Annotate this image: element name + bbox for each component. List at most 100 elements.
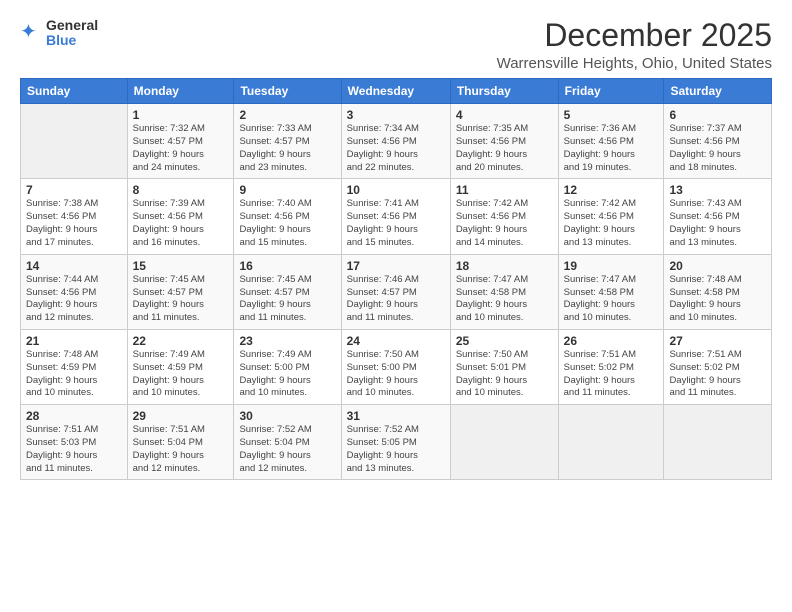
day-number: 16 (239, 259, 335, 273)
day-info: Sunrise: 7:51 AMSunset: 5:02 PMDaylight:… (669, 349, 766, 400)
day-number: 10 (347, 183, 445, 197)
day-info: Sunrise: 7:52 AMSunset: 5:04 PMDaylight:… (239, 424, 335, 475)
calendar-cell: 16Sunrise: 7:45 AMSunset: 4:57 PMDayligh… (234, 254, 341, 329)
calendar-cell: 6Sunrise: 7:37 AMSunset: 4:56 PMDaylight… (664, 104, 772, 179)
day-number: 25 (456, 334, 553, 348)
day-info: Sunrise: 7:42 AMSunset: 4:56 PMDaylight:… (456, 198, 553, 249)
day-number: 1 (133, 108, 229, 122)
calendar-cell: 19Sunrise: 7:47 AMSunset: 4:58 PMDayligh… (558, 254, 664, 329)
day-number: 2 (239, 108, 335, 122)
day-info: Sunrise: 7:45 AMSunset: 4:57 PMDaylight:… (239, 274, 335, 325)
day-info: Sunrise: 7:46 AMSunset: 4:57 PMDaylight:… (347, 274, 445, 325)
calendar-cell: 14Sunrise: 7:44 AMSunset: 4:56 PMDayligh… (21, 254, 128, 329)
calendar-week-5: 28Sunrise: 7:51 AMSunset: 5:03 PMDayligh… (21, 405, 772, 480)
day-number: 17 (347, 259, 445, 273)
day-info: Sunrise: 7:47 AMSunset: 4:58 PMDaylight:… (564, 274, 659, 325)
calendar-cell: 22Sunrise: 7:49 AMSunset: 4:59 PMDayligh… (127, 329, 234, 404)
day-number: 24 (347, 334, 445, 348)
day-number: 28 (26, 409, 122, 423)
day-number: 5 (564, 108, 659, 122)
calendar-cell: 21Sunrise: 7:48 AMSunset: 4:59 PMDayligh… (21, 329, 128, 404)
calendar-cell: 20Sunrise: 7:48 AMSunset: 4:58 PMDayligh… (664, 254, 772, 329)
day-info: Sunrise: 7:50 AMSunset: 5:00 PMDaylight:… (347, 349, 445, 400)
calendar-week-4: 21Sunrise: 7:48 AMSunset: 4:59 PMDayligh… (21, 329, 772, 404)
day-info: Sunrise: 7:45 AMSunset: 4:57 PMDaylight:… (133, 274, 229, 325)
calendar-cell: 2Sunrise: 7:33 AMSunset: 4:57 PMDaylight… (234, 104, 341, 179)
svg-text:✦: ✦ (20, 22, 37, 43)
day-number: 18 (456, 259, 553, 273)
calendar-week-1: 1Sunrise: 7:32 AMSunset: 4:57 PMDaylight… (21, 104, 772, 179)
calendar-cell: 8Sunrise: 7:39 AMSunset: 4:56 PMDaylight… (127, 179, 234, 254)
subtitle: Warrensville Heights, Ohio, United State… (497, 55, 772, 72)
day-number: 27 (669, 334, 766, 348)
day-info: Sunrise: 7:51 AMSunset: 5:03 PMDaylight:… (26, 424, 122, 475)
calendar-cell: 13Sunrise: 7:43 AMSunset: 4:56 PMDayligh… (664, 179, 772, 254)
header-tuesday: Tuesday (234, 79, 341, 104)
day-info: Sunrise: 7:33 AMSunset: 4:57 PMDaylight:… (239, 123, 335, 174)
calendar-cell (558, 405, 664, 480)
header-sunday: Sunday (21, 79, 128, 104)
calendar-cell: 11Sunrise: 7:42 AMSunset: 4:56 PMDayligh… (450, 179, 558, 254)
calendar-cell: 1Sunrise: 7:32 AMSunset: 4:57 PMDaylight… (127, 104, 234, 179)
calendar-cell (450, 405, 558, 480)
day-info: Sunrise: 7:36 AMSunset: 4:56 PMDaylight:… (564, 123, 659, 174)
calendar-cell: 31Sunrise: 7:52 AMSunset: 5:05 PMDayligh… (341, 405, 450, 480)
calendar-week-2: 7Sunrise: 7:38 AMSunset: 4:56 PMDaylight… (21, 179, 772, 254)
day-number: 4 (456, 108, 553, 122)
header-wednesday: Wednesday (341, 79, 450, 104)
calendar-cell: 3Sunrise: 7:34 AMSunset: 4:56 PMDaylight… (341, 104, 450, 179)
calendar-cell: 5Sunrise: 7:36 AMSunset: 4:56 PMDaylight… (558, 104, 664, 179)
day-info: Sunrise: 7:34 AMSunset: 4:56 PMDaylight:… (347, 123, 445, 174)
calendar-cell: 24Sunrise: 7:50 AMSunset: 5:00 PMDayligh… (341, 329, 450, 404)
calendar-week-3: 14Sunrise: 7:44 AMSunset: 4:56 PMDayligh… (21, 254, 772, 329)
header-monday: Monday (127, 79, 234, 104)
day-info: Sunrise: 7:48 AMSunset: 4:58 PMDaylight:… (669, 274, 766, 325)
day-number: 23 (239, 334, 335, 348)
calendar-cell: 9Sunrise: 7:40 AMSunset: 4:56 PMDaylight… (234, 179, 341, 254)
day-number: 31 (347, 409, 445, 423)
day-info: Sunrise: 7:49 AMSunset: 4:59 PMDaylight:… (133, 349, 229, 400)
day-number: 7 (26, 183, 122, 197)
day-info: Sunrise: 7:43 AMSunset: 4:56 PMDaylight:… (669, 198, 766, 249)
day-info: Sunrise: 7:50 AMSunset: 5:01 PMDaylight:… (456, 349, 553, 400)
day-info: Sunrise: 7:32 AMSunset: 4:57 PMDaylight:… (133, 123, 229, 174)
day-number: 19 (564, 259, 659, 273)
main-title: December 2025 (497, 18, 772, 53)
header-saturday: Saturday (664, 79, 772, 104)
day-number: 15 (133, 259, 229, 273)
day-info: Sunrise: 7:51 AMSunset: 5:04 PMDaylight:… (133, 424, 229, 475)
day-info: Sunrise: 7:48 AMSunset: 4:59 PMDaylight:… (26, 349, 122, 400)
calendar-cell: 23Sunrise: 7:49 AMSunset: 5:00 PMDayligh… (234, 329, 341, 404)
day-info: Sunrise: 7:42 AMSunset: 4:56 PMDaylight:… (564, 198, 659, 249)
day-number: 20 (669, 259, 766, 273)
day-number: 30 (239, 409, 335, 423)
calendar-cell (21, 104, 128, 179)
calendar-cell: 18Sunrise: 7:47 AMSunset: 4:58 PMDayligh… (450, 254, 558, 329)
day-info: Sunrise: 7:49 AMSunset: 5:00 PMDaylight:… (239, 349, 335, 400)
calendar-cell: 10Sunrise: 7:41 AMSunset: 4:56 PMDayligh… (341, 179, 450, 254)
day-info: Sunrise: 7:47 AMSunset: 4:58 PMDaylight:… (456, 274, 553, 325)
calendar-cell (664, 405, 772, 480)
page-header: ✦ General Blue December 2025 Warrensvill… (20, 18, 772, 72)
calendar-cell: 4Sunrise: 7:35 AMSunset: 4:56 PMDaylight… (450, 104, 558, 179)
calendar-cell: 26Sunrise: 7:51 AMSunset: 5:02 PMDayligh… (558, 329, 664, 404)
calendar-cell: 7Sunrise: 7:38 AMSunset: 4:56 PMDaylight… (21, 179, 128, 254)
day-number: 8 (133, 183, 229, 197)
logo-blue: Blue (46, 33, 98, 48)
day-info: Sunrise: 7:40 AMSunset: 4:56 PMDaylight:… (239, 198, 335, 249)
calendar-header-row: SundayMondayTuesdayWednesdayThursdayFrid… (21, 79, 772, 104)
day-info: Sunrise: 7:52 AMSunset: 5:05 PMDaylight:… (347, 424, 445, 475)
calendar-table: SundayMondayTuesdayWednesdayThursdayFrid… (20, 78, 772, 480)
calendar-cell: 12Sunrise: 7:42 AMSunset: 4:56 PMDayligh… (558, 179, 664, 254)
day-info: Sunrise: 7:35 AMSunset: 4:56 PMDaylight:… (456, 123, 553, 174)
calendar-cell: 15Sunrise: 7:45 AMSunset: 4:57 PMDayligh… (127, 254, 234, 329)
day-info: Sunrise: 7:51 AMSunset: 5:02 PMDaylight:… (564, 349, 659, 400)
title-section: December 2025 Warrensville Heights, Ohio… (497, 18, 772, 72)
day-info: Sunrise: 7:39 AMSunset: 4:56 PMDaylight:… (133, 198, 229, 249)
logo-icon: ✦ (20, 22, 42, 44)
day-info: Sunrise: 7:41 AMSunset: 4:56 PMDaylight:… (347, 198, 445, 249)
header-friday: Friday (558, 79, 664, 104)
day-number: 29 (133, 409, 229, 423)
day-number: 22 (133, 334, 229, 348)
day-number: 14 (26, 259, 122, 273)
